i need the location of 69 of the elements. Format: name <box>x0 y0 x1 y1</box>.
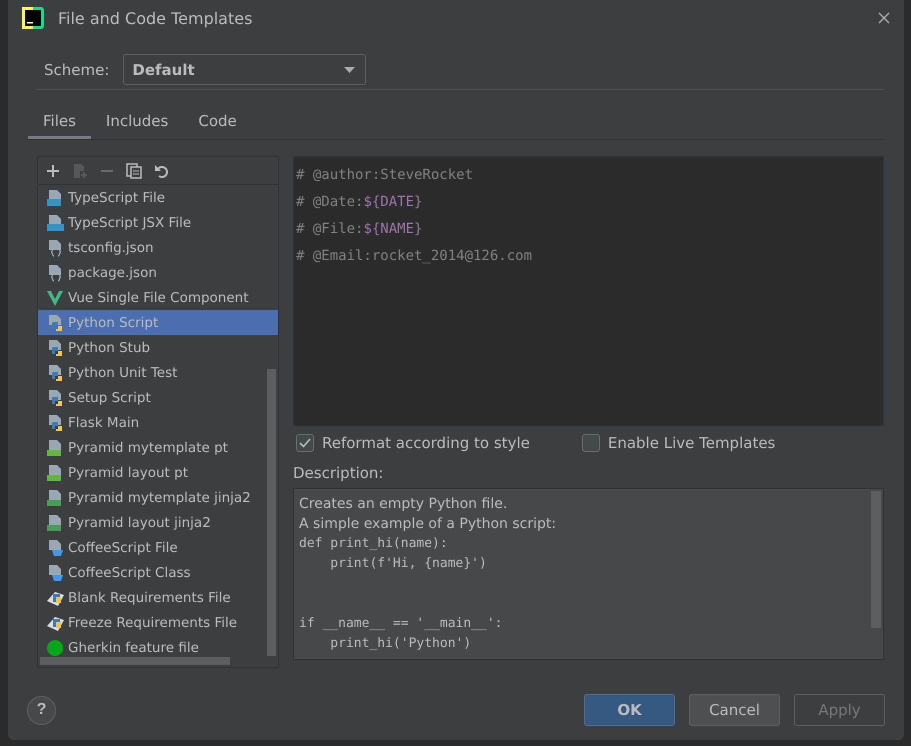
tab[interactable]: Files <box>28 106 91 139</box>
copy-icon[interactable] <box>126 162 142 178</box>
checkbox[interactable] <box>582 434 600 452</box>
close-button[interactable] <box>878 12 890 24</box>
template-item[interactable]: Gherkin feature file <box>38 635 278 660</box>
template-item[interactable]: TypeScript JSX File <box>38 210 278 235</box>
code-line: if __name__ == '__main__': <box>299 616 502 631</box>
typescript-file-icon <box>46 214 64 232</box>
python-file-icon <box>46 314 64 332</box>
template-item[interactable]: Pyramid layout jinja2 <box>38 510 278 535</box>
template-file-icon <box>46 514 64 532</box>
code-editor[interactable]: # @author:SteveRocket # @Date:${DATE} # @File:${NAME} # @Email:rocket_2014@126.com <box>293 156 884 426</box>
python-file-icon <box>46 364 64 382</box>
template-item[interactable]: Vue Single File Component <box>38 285 278 310</box>
code-line: # @author:SteveRocket <box>296 166 474 185</box>
gherkin-icon <box>46 638 64 656</box>
template-file-icon <box>46 438 64 456</box>
template-item[interactable]: package.json <box>38 260 278 285</box>
scheme-label: Scheme: <box>44 60 110 78</box>
python-file-icon <box>46 388 64 406</box>
tab[interactable]: Code <box>183 106 252 139</box>
checkbox[interactable] <box>296 434 314 452</box>
description-text: Creates an empty Python file. <box>299 496 508 512</box>
check-icon <box>299 438 311 448</box>
app-logo-icon <box>22 7 44 29</box>
template-item[interactable]: CoffeeScript Class <box>38 560 278 585</box>
scrollbar[interactable] <box>267 369 276 656</box>
python-file-icon <box>46 414 64 432</box>
checkbox-label: Reformat according to style <box>322 434 530 452</box>
scheme-dropdown[interactable]: Default <box>123 54 366 85</box>
typescript-file-icon <box>46 188 64 206</box>
template-item[interactable]: Pyramid layout pt <box>38 460 278 485</box>
undo-icon[interactable] <box>154 162 170 178</box>
template-item[interactable]: Flask Main <box>38 410 278 435</box>
tab[interactable]: Includes <box>90 106 184 139</box>
template-item[interactable]: Pyramid mytemplate jinja2 <box>38 485 278 510</box>
template-item[interactable]: CoffeeScript File <box>38 535 278 560</box>
code-line: print_hi('Python') <box>329 636 472 651</box>
checkbox-label: Enable Live Templates <box>608 434 776 452</box>
template-file-icon <box>46 464 64 482</box>
template-file-icon <box>46 488 64 506</box>
template-item[interactable]: Python Stub <box>38 335 278 360</box>
code-line: def print_hi(name): <box>299 536 448 551</box>
code-line: # @File:${NAME} <box>296 220 424 239</box>
template-item[interactable]: Pyramid mytemplate pt <box>38 435 278 460</box>
caret-icon <box>344 66 356 72</box>
scrollbar[interactable] <box>40 657 230 665</box>
template-item[interactable]: Freeze Requirements File <box>38 610 278 635</box>
code-line: print(f'Hi, {name}') <box>329 556 487 571</box>
dialog-button[interactable]: OK <box>584 694 675 726</box>
template-item[interactable]: Python Unit Test <box>38 360 278 385</box>
template-item[interactable]: Blank Requirements File <box>38 585 278 610</box>
template-item[interactable]: TypeScript File <box>38 185 278 210</box>
vue-icon <box>46 288 64 306</box>
coffee-file-icon <box>46 538 64 556</box>
json-file-icon <box>46 238 64 256</box>
python-file-icon <box>46 338 64 356</box>
template-item[interactable]: tsconfig.json <box>38 235 278 260</box>
help-button[interactable]: ? <box>27 696 56 724</box>
dialog-button[interactable]: Cancel <box>689 694 780 726</box>
template-item[interactable]: Setup Script <box>38 385 278 410</box>
code-line: # @Email:rocket_2014@126.com <box>296 247 534 266</box>
json-file-icon <box>46 264 64 282</box>
description-text: A simple example of a Python script: <box>299 516 556 532</box>
description-label: Description: <box>293 464 384 482</box>
add-icon[interactable] <box>46 164 60 178</box>
window-title: File and Code Templates <box>58 8 252 28</box>
coffee-file-icon <box>46 564 64 582</box>
code-line: # @Date:${DATE} <box>296 193 424 212</box>
